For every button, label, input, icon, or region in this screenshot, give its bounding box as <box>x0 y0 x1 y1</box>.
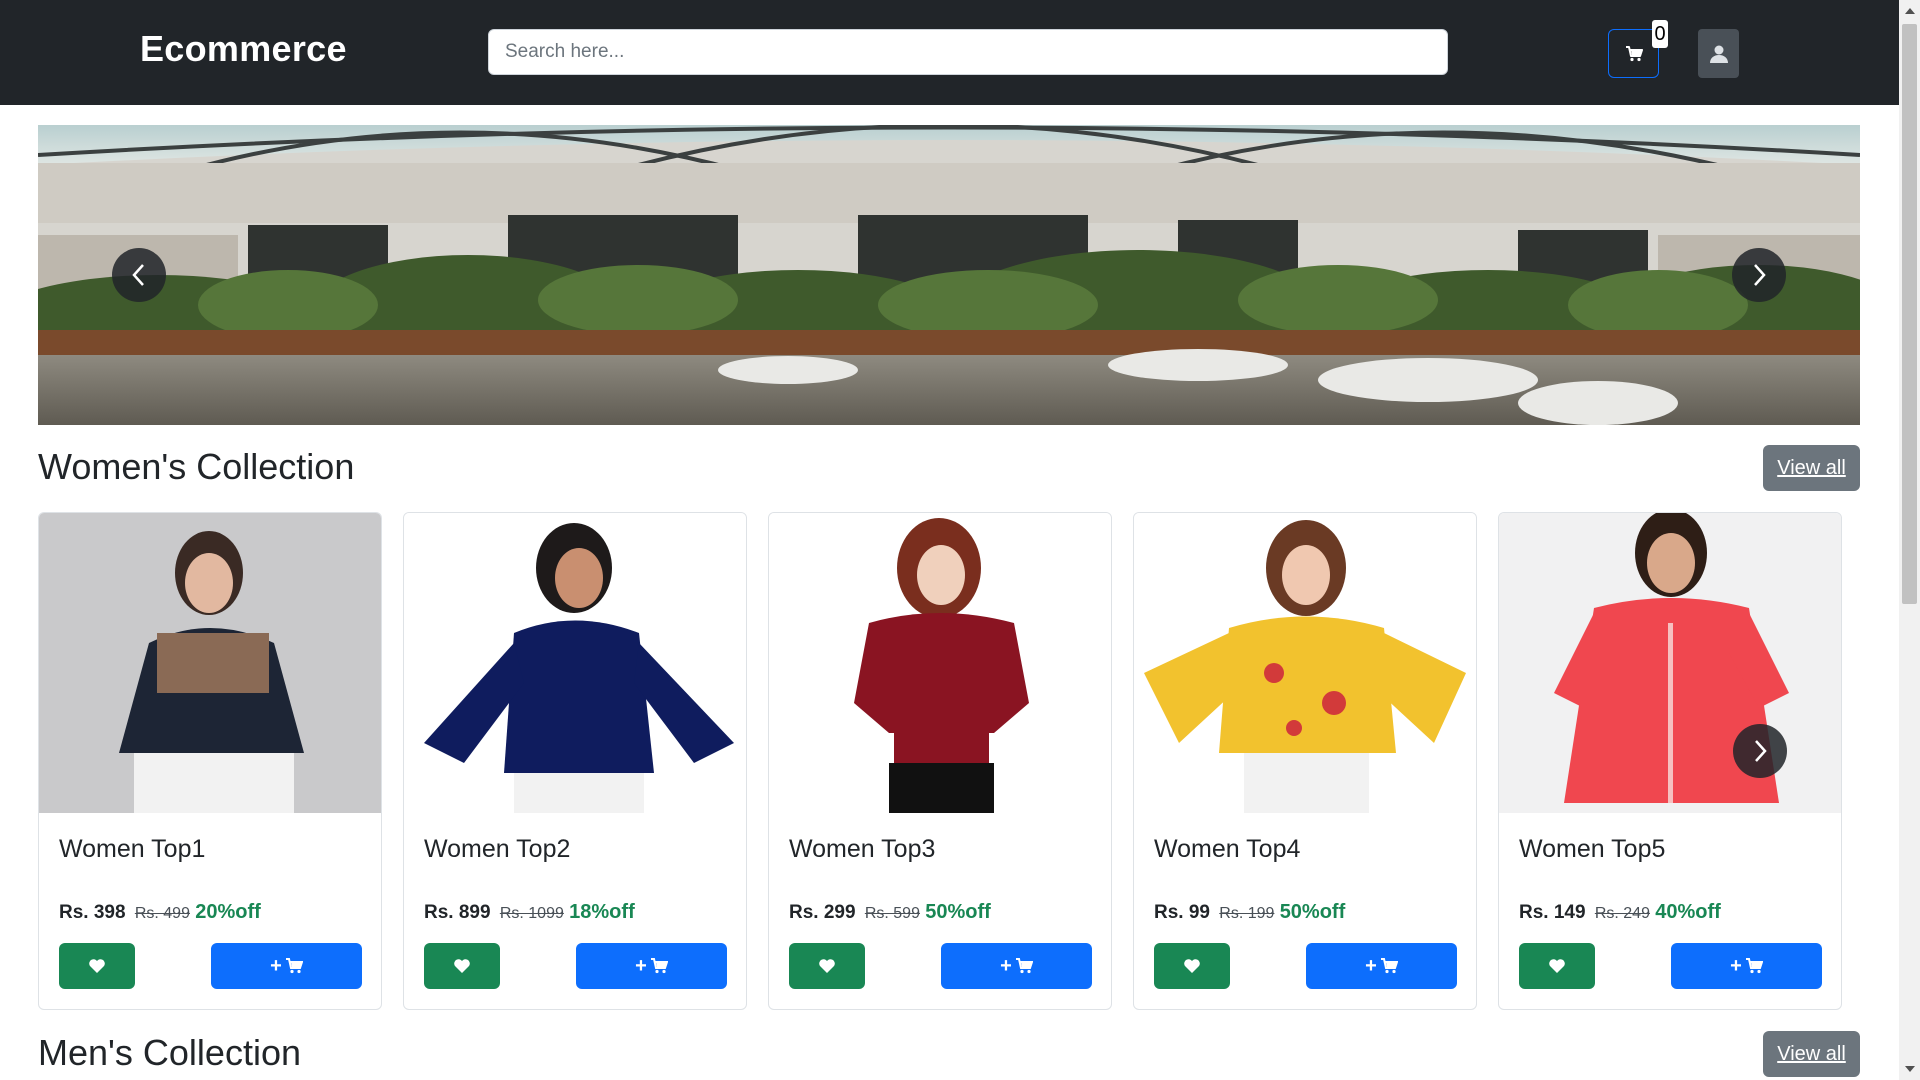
add-to-cart-button[interactable]: + <box>211 943 362 989</box>
product-image <box>39 513 381 813</box>
product-discount: 50%off <box>1279 901 1346 923</box>
hero-banner-carousel <box>38 125 1860 425</box>
banner-next-button[interactable] <box>1732 248 1786 302</box>
scroll-down-arrow[interactable] <box>1899 1060 1920 1078</box>
cart-icon <box>1380 958 1398 974</box>
product-card[interactable]: Women Top2 Rs. 899 Rs. 1099 18%off + <box>403 512 747 1010</box>
navbar: Ecommerce 0 <box>0 0 1899 105</box>
page-scrollbar[interactable] <box>1899 0 1920 1080</box>
add-plus-label: + <box>635 954 647 977</box>
product-name[interactable]: Women Top3 <box>789 835 935 864</box>
scroll-up-arrow[interactable] <box>1899 2 1920 20</box>
chevron-left-icon <box>132 264 144 286</box>
cart-icon <box>1625 45 1643 61</box>
product-image <box>1134 513 1476 813</box>
add-plus-label: + <box>1000 954 1012 977</box>
banner-image <box>38 125 1860 425</box>
scroll-thumb[interactable] <box>1902 24 1917 604</box>
add-to-cart-button[interactable]: + <box>1671 943 1822 989</box>
banner-prev-button[interactable] <box>112 248 166 302</box>
product-price: Rs. 99 <box>1154 902 1210 923</box>
user-button[interactable] <box>1698 29 1739 78</box>
product-price-line: Rs. 899 Rs. 1099 18%off <box>424 901 635 924</box>
product-price: Rs. 398 <box>59 902 126 923</box>
product-mrp: Rs. 499 <box>134 905 190 922</box>
product-card[interactable]: Women Top3 Rs. 299 Rs. 599 50%off + <box>768 512 1112 1010</box>
user-icon <box>1709 45 1728 63</box>
product-image <box>769 513 1111 813</box>
product-image <box>404 513 746 813</box>
product-discount: 50%off <box>925 901 991 923</box>
product-name[interactable]: Women Top2 <box>424 835 570 864</box>
add-plus-label: + <box>1365 954 1377 977</box>
heart-icon <box>89 959 105 973</box>
product-name[interactable]: Women Top1 <box>59 835 205 864</box>
product-price-line: Rs. 99 Rs. 199 50%off <box>1154 901 1345 924</box>
product-discount: 40%off <box>1655 901 1721 923</box>
add-plus-label: + <box>1730 954 1742 977</box>
product-mrp: Rs. 1099 <box>499 905 564 922</box>
mens-view-all-button[interactable]: View all <box>1763 1031 1860 1077</box>
add-plus-label: + <box>270 954 282 977</box>
products-next-button[interactable] <box>1733 724 1787 778</box>
product-discount: 20%off <box>195 901 261 923</box>
cart-icon <box>1015 958 1033 974</box>
product-card[interactable]: Women Top1 Rs. 398 Rs. 499 20%off + <box>38 512 382 1010</box>
product-price-line: Rs. 299 Rs. 599 50%off <box>789 901 991 924</box>
womens-view-all-button[interactable]: View all <box>1763 445 1860 491</box>
product-mrp: Rs. 199 <box>1219 905 1275 922</box>
product-price: Rs. 899 <box>424 902 491 923</box>
search-input[interactable] <box>488 29 1448 75</box>
product-mrp: Rs. 249 <box>1594 905 1650 922</box>
wishlist-button[interactable] <box>59 943 135 989</box>
wishlist-button[interactable] <box>789 943 865 989</box>
product-price-line: Rs. 398 Rs. 499 20%off <box>59 901 261 924</box>
product-card[interactable]: Women Top5 Rs. 149 Rs. 249 40%off + <box>1498 512 1842 1010</box>
product-card[interactable]: Women Top4 Rs. 99 Rs. 199 50%off + <box>1133 512 1477 1010</box>
heart-icon <box>819 959 835 973</box>
cart-icon <box>650 958 668 974</box>
womens-collection-title: Women's Collection <box>38 446 355 487</box>
add-to-cart-button[interactable]: + <box>1306 943 1457 989</box>
product-name[interactable]: Women Top5 <box>1519 835 1665 864</box>
product-price: Rs. 149 <box>1519 902 1586 923</box>
heart-icon <box>1184 959 1200 973</box>
product-price: Rs. 299 <box>789 902 856 923</box>
heart-icon <box>454 959 470 973</box>
chevron-right-icon <box>1754 264 1766 286</box>
add-to-cart-button[interactable]: + <box>576 943 727 989</box>
heart-icon <box>1549 959 1565 973</box>
wishlist-button[interactable] <box>1519 943 1595 989</box>
product-name[interactable]: Women Top4 <box>1154 835 1300 864</box>
product-price-line: Rs. 149 Rs. 249 40%off <box>1519 901 1721 924</box>
cart-icon <box>1745 958 1763 974</box>
product-discount: 18%off <box>569 901 635 923</box>
cart-count-badge: 0 <box>1652 20 1668 48</box>
chevron-right-icon <box>1755 740 1767 762</box>
add-to-cart-button[interactable]: + <box>941 943 1092 989</box>
wishlist-button[interactable] <box>1154 943 1230 989</box>
cart-icon <box>285 958 303 974</box>
mens-collection-title: Men's Collection <box>38 1032 301 1073</box>
product-mrp: Rs. 599 <box>864 905 920 922</box>
wishlist-button[interactable] <box>424 943 500 989</box>
brand-logo[interactable]: Ecommerce <box>140 28 347 70</box>
product-image <box>1499 513 1841 813</box>
